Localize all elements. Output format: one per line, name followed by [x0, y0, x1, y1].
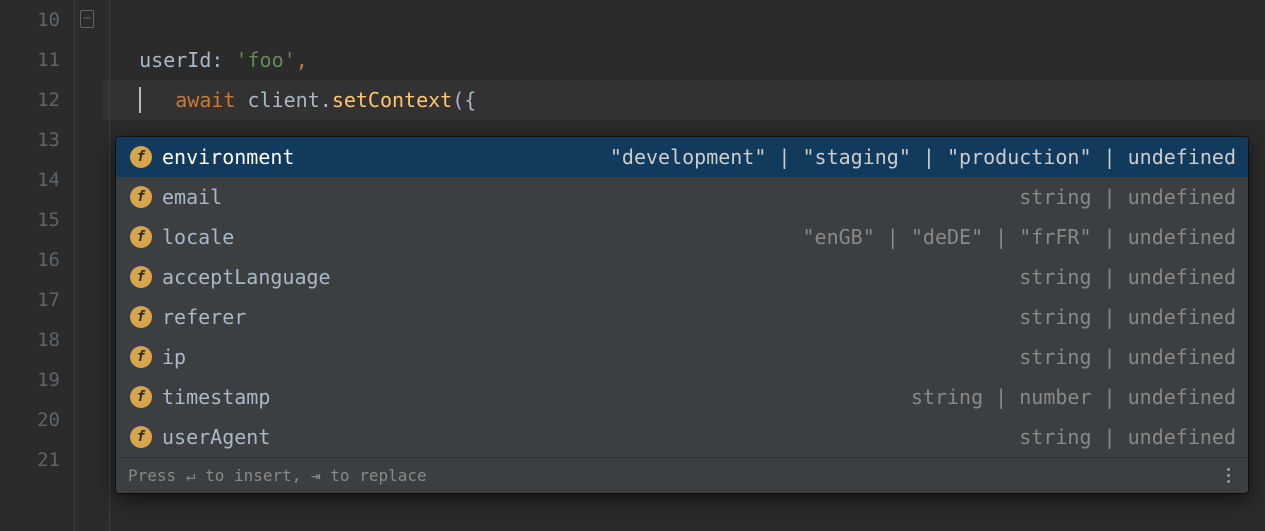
autocomplete-item-label: locale [162, 217, 234, 257]
autocomplete-item-type: string | undefined [1019, 417, 1236, 457]
autocomplete-item-email[interactable]: femail string | undefined [116, 177, 1248, 217]
autocomplete-item-label: timestamp [162, 377, 270, 417]
code-line[interactable]: − await client.setContext({ [103, 0, 1265, 40]
field-icon: f [130, 426, 152, 448]
gutter: 10 11 12 13 14 15 16 17 18 19 20 21 [0, 0, 85, 531]
line-number: 18 [0, 320, 60, 360]
line-number: 20 [0, 400, 60, 440]
autocomplete-item-ip[interactable]: fip string | undefined [116, 337, 1248, 377]
more-options-icon[interactable] [1220, 468, 1236, 483]
string-literal: 'foo' [235, 48, 295, 72]
line-number: 16 [0, 240, 60, 280]
autocomplete-item-timestamp[interactable]: f timestamp string | number | undefined [116, 377, 1248, 417]
code-line[interactable]: userId: 'foo', [103, 40, 1265, 80]
autocomplete-item-acceptLanguage[interactable]: f acceptLanguage string | undefined [116, 257, 1248, 297]
autocomplete-item-label: userAgent [162, 417, 270, 457]
line-number: 15 [0, 200, 60, 240]
autocomplete-item-type: "enGB" | "deDE" | "frFR" | undefined [803, 217, 1236, 257]
autocomplete-item-referer[interactable]: f referer string | undefined [116, 297, 1248, 337]
colon: : [211, 48, 235, 72]
autocomplete-item-type: string | undefined [1019, 257, 1236, 297]
field-icon: f [130, 306, 152, 328]
autocomplete-item-userAgent[interactable]: f userAgent string | undefined [116, 417, 1248, 457]
fold-marker-icon[interactable]: − [80, 10, 94, 28]
autocomplete-item-locale[interactable]: flocale "enGB" | "deDE" | "frFR" | undefi… [116, 217, 1248, 257]
line-number: 14 [0, 160, 60, 200]
gutter-separator [74, 0, 75, 531]
line-number: 19 [0, 360, 60, 400]
line-number: 13 [0, 120, 60, 160]
autocomplete-item-label: email [162, 177, 222, 217]
autocomplete-item-label: acceptLanguage [162, 257, 331, 297]
autocomplete-item-label: referer [162, 297, 246, 337]
method-setContext: setContext [332, 88, 452, 112]
field-icon: f [130, 386, 152, 408]
field-icon: f [130, 186, 152, 208]
line-number: 12 [0, 80, 60, 120]
field-icon: f [130, 346, 152, 368]
autocomplete-item-type: string | undefined [1019, 337, 1236, 377]
dot: . [320, 88, 332, 112]
autocomplete-item-label: environment [162, 137, 294, 177]
autocomplete-item-environment[interactable]: f environment "development" | "staging" | … [116, 137, 1248, 177]
field-icon: f [130, 266, 152, 288]
autocomplete-item-type: string | number | undefined [911, 377, 1236, 417]
line-number: 21 [0, 440, 60, 480]
code-editor[interactable]: 10 11 12 13 14 15 16 17 18 19 20 21 − aw… [0, 0, 1265, 531]
line-number: 17 [0, 280, 60, 320]
identifier-client: client [248, 88, 320, 112]
field-icon: f [130, 146, 152, 168]
autocomplete-item-label: ip [162, 337, 186, 377]
autocomplete-item-type: string | undefined [1019, 177, 1236, 217]
autocomplete-footer: Press ↵ to insert, ⇥ to replace [116, 457, 1248, 493]
line-number: 10 [0, 0, 60, 40]
autocomplete-popup[interactable]: f environment "development" | "staging" | … [116, 137, 1248, 493]
autocomplete-item-type: "development" | "staging" | "production"… [610, 137, 1236, 177]
line-number: 11 [0, 40, 60, 80]
comma: , [296, 48, 308, 72]
autocomplete-item-type: string | undefined [1019, 297, 1236, 337]
open-brace: ({ [452, 88, 476, 112]
space [235, 88, 247, 112]
autocomplete-hint: Press ↵ to insert, ⇥ to replace [128, 466, 427, 485]
field-icon: f [130, 226, 152, 248]
keyword-await: await [175, 88, 235, 112]
